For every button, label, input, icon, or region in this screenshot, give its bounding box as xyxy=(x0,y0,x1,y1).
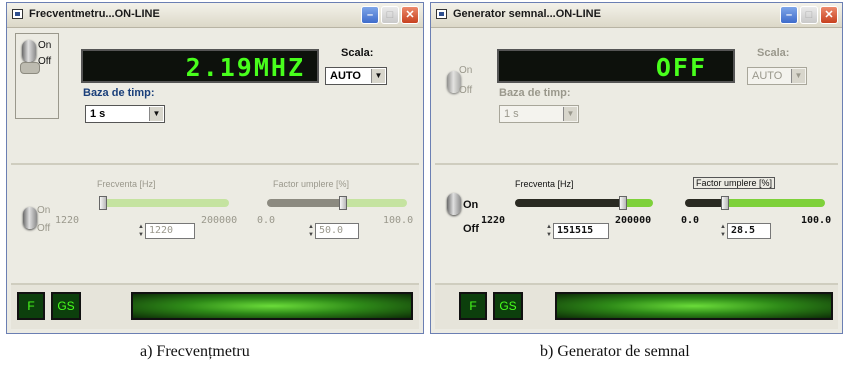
timebase-value: 1 s xyxy=(504,108,519,120)
frequency-input[interactable]: 151515 xyxy=(553,223,609,239)
frequency-min: 1220 xyxy=(55,215,80,226)
caption-signal-generator: b) Generator de semnal xyxy=(540,343,690,360)
signal-generator-window: Generator semnal...ON-LINE – □ ✕ On Off … xyxy=(430,2,843,334)
window-icon xyxy=(436,9,447,19)
spinner-arrows-icon[interactable]: ▲ ▼ xyxy=(719,223,727,239)
duty-cycle-slider[interactable] xyxy=(267,196,407,210)
title-bar[interactable]: Generator semnal...ON-LINE – □ ✕ xyxy=(431,3,842,28)
frequency-input[interactable]: 1220 xyxy=(145,223,195,239)
timebase-label: Baza de timp: xyxy=(499,87,571,99)
chevron-down-icon[interactable]: ▼ xyxy=(791,69,805,83)
scale-select[interactable]: AUTO ▼ xyxy=(325,67,387,85)
scale-value: AUTO xyxy=(330,70,361,82)
switch-off-label: Off xyxy=(459,85,473,96)
scale-value: AUTO xyxy=(752,70,783,82)
duty-cycle-slider-thumb[interactable] xyxy=(339,196,347,210)
duty-cycle-min: 0.0 xyxy=(257,215,276,226)
display-value: OFF xyxy=(655,53,707,82)
switch-knob xyxy=(447,193,461,215)
frequency-meter-button[interactable]: F xyxy=(459,292,487,320)
signal-indicator-bar xyxy=(131,292,413,320)
frequency-max: 200000 xyxy=(615,215,652,226)
timebase-select[interactable]: 1 s ▼ xyxy=(499,105,579,123)
minimize-button[interactable]: – xyxy=(361,6,379,24)
switch-off-label: Off xyxy=(38,56,52,67)
window-title: Frecventmetru...ON-LINE xyxy=(29,8,160,20)
timebase-value: 1 s xyxy=(90,108,106,120)
scale-label: Scala: xyxy=(341,47,374,59)
power-switch[interactable]: On Off xyxy=(15,33,59,119)
frequency-slider[interactable] xyxy=(99,196,229,210)
timebase-label: Baza de timp: xyxy=(83,87,155,99)
minimize-button[interactable]: – xyxy=(780,6,798,24)
frequency-label: Frecventa [Hz] xyxy=(97,179,156,189)
duty-cycle-max: 100.0 xyxy=(383,215,414,226)
frequency-meter-button[interactable]: F xyxy=(17,292,45,320)
signal-generator-button[interactable]: GS xyxy=(493,292,523,320)
display-value: 2.19MHZ xyxy=(185,53,305,82)
frequency-display: OFF xyxy=(497,49,735,83)
duty-cycle-slider-thumb[interactable] xyxy=(721,196,729,210)
frequency-display: 2.19MHZ xyxy=(81,49,319,83)
scale-label: Scala: xyxy=(757,47,790,59)
frequency-max: 200000 xyxy=(201,215,238,226)
duty-cycle-input[interactable]: 50.0 xyxy=(315,223,359,239)
maximize-button[interactable]: □ xyxy=(800,6,818,24)
duty-cycle-slider[interactable] xyxy=(685,196,825,210)
duty-cycle-label: Factor umplere [%] xyxy=(273,179,350,189)
measurement-panel: On Off OFF Scala: AUTO ▼ Baza de timp: 1… xyxy=(435,31,838,157)
chevron-down-icon[interactable]: ▼ xyxy=(149,107,163,121)
maximize-button[interactable]: □ xyxy=(381,6,399,24)
generator-off-label: Off xyxy=(463,223,479,235)
switch-knob xyxy=(23,207,37,229)
window-icon xyxy=(12,9,23,19)
generator-panel: On Off Frecventa [Hz] 1220 200000 ▲ ▼ 151… xyxy=(435,163,838,265)
duty-cycle-input[interactable]: 28.5 xyxy=(727,223,771,239)
signal-indicator-bar xyxy=(555,292,833,320)
switch-knob xyxy=(22,40,36,62)
window-title: Generator semnal...ON-LINE xyxy=(453,8,601,20)
chevron-down-icon[interactable]: ▼ xyxy=(563,107,577,121)
spinner-arrows-icon[interactable]: ▲ ▼ xyxy=(307,223,315,239)
generator-off-label: Off xyxy=(37,223,51,234)
switch-on-label: On xyxy=(459,65,473,76)
timebase-select[interactable]: 1 s ▼ xyxy=(85,105,165,123)
close-button[interactable]: ✕ xyxy=(401,6,419,24)
switch-base xyxy=(20,62,40,74)
duty-cycle-label: Factor umplere [%] xyxy=(693,177,776,189)
frequency-slider[interactable] xyxy=(515,196,653,210)
duty-cycle-min: 0.0 xyxy=(681,215,700,226)
scale-select[interactable]: AUTO ▼ xyxy=(747,67,807,85)
spinner-arrows-icon[interactable]: ▲ ▼ xyxy=(545,223,553,239)
chevron-down-icon[interactable]: ▼ xyxy=(371,69,385,83)
generator-panel: On Off Frecventa [Hz] 1220 200000 ▲ ▼ 122… xyxy=(11,163,419,265)
power-switch[interactable]: On Off xyxy=(441,53,487,111)
signal-generator-button[interactable]: GS xyxy=(51,292,81,320)
frequency-meter-window: Frecventmetru...ON-LINE – □ ✕ On Off 2.1… xyxy=(6,2,424,334)
generator-on-label: On xyxy=(37,205,51,216)
caption-frequency-meter: a) Frecvențmetru xyxy=(140,343,250,360)
close-button[interactable]: ✕ xyxy=(820,6,838,24)
frequency-min: 1220 xyxy=(481,215,506,226)
title-bar[interactable]: Frecventmetru...ON-LINE – □ ✕ xyxy=(7,3,423,28)
generator-on-label: On xyxy=(463,199,479,211)
spinner-arrows-icon[interactable]: ▲ ▼ xyxy=(137,223,145,239)
frequency-label: Frecventa [Hz] xyxy=(515,179,574,189)
measurement-panel: On Off 2.19MHZ Scala: AUTO ▼ Baza de tim… xyxy=(11,31,419,157)
frequency-slider-thumb[interactable] xyxy=(619,196,627,210)
frequency-slider-thumb[interactable] xyxy=(99,196,107,210)
switch-on-label: On xyxy=(38,40,52,51)
duty-cycle-max: 100.0 xyxy=(801,215,832,226)
